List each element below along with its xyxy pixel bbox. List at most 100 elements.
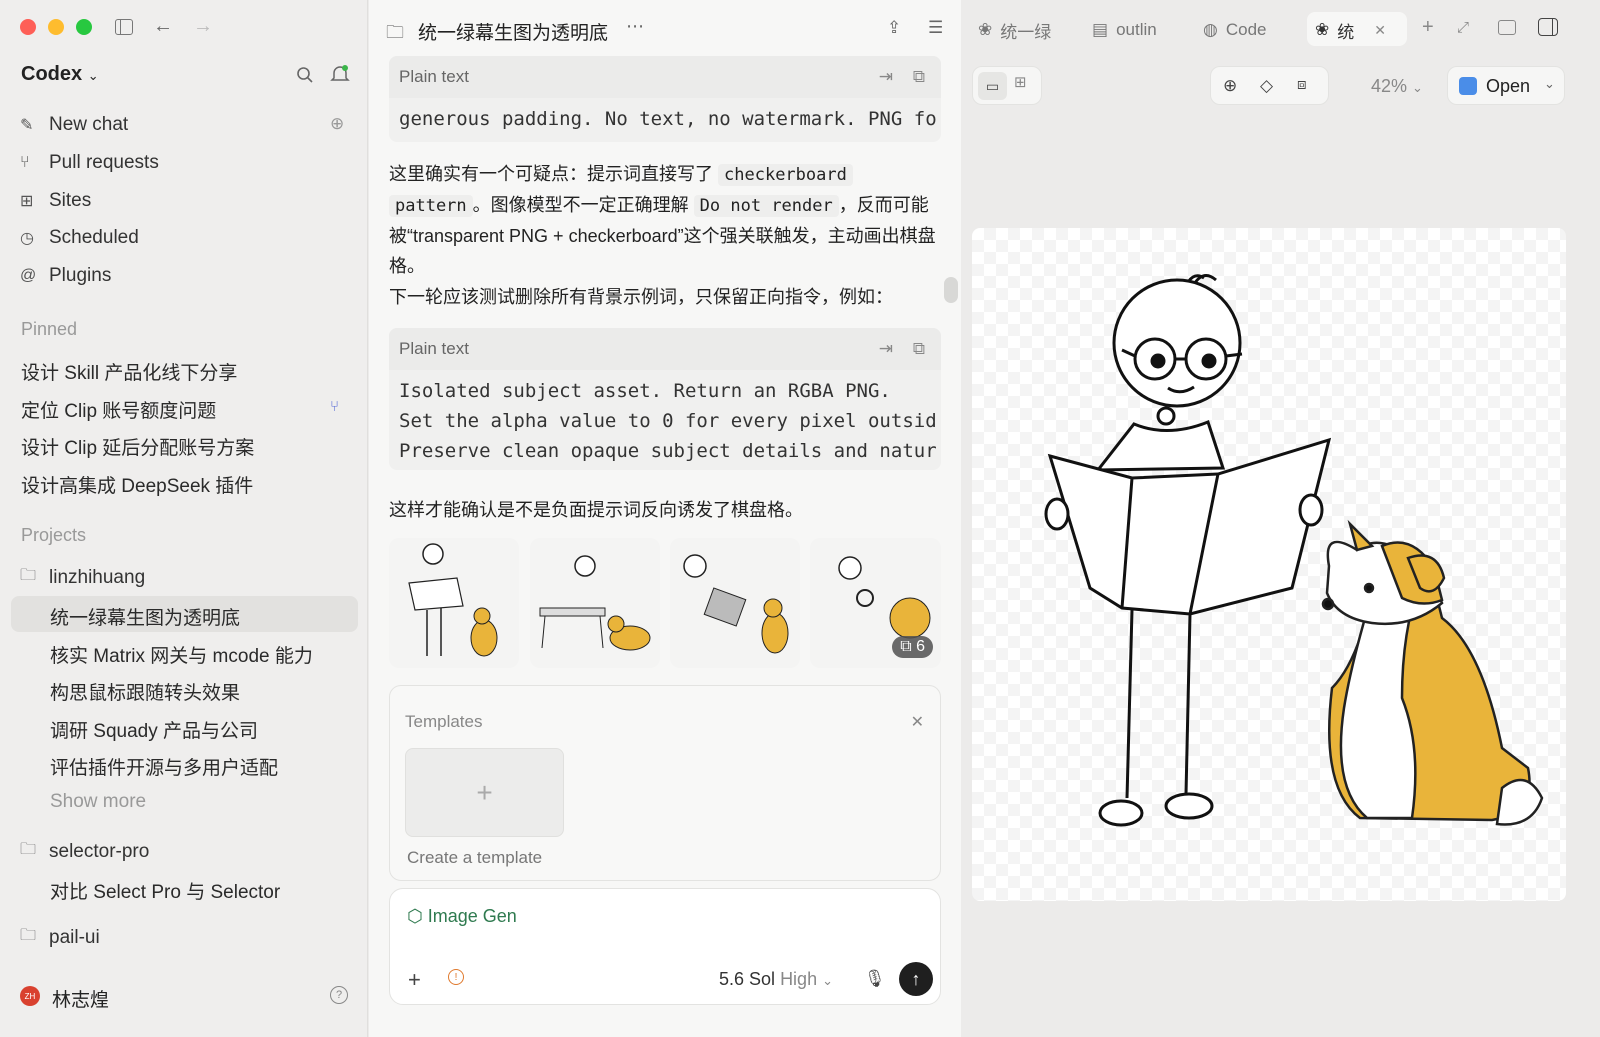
avatar[interactable]: ZH: [20, 986, 40, 1006]
thread-item-active[interactable]: 统一绿幕生图为透明底: [50, 603, 240, 630]
code-line: Preserve clean opaque subject details an…: [399, 440, 937, 462]
nav-plugins[interactable]: @ Plugins: [20, 261, 350, 291]
code-line: Isolated subject asset. Return an RGBA P…: [399, 380, 891, 402]
add-template-button[interactable]: +: [405, 748, 564, 837]
thread-item[interactable]: 对比 Select Pro 与 Selector: [50, 877, 280, 904]
thread-item[interactable]: 核实 Matrix 网关与 mcode 能力: [50, 641, 313, 668]
add-circle-icon[interactable]: ⊕: [330, 114, 344, 134]
panel-bottom-icon[interactable]: [1498, 20, 1516, 35]
close-tab-icon[interactable]: ✕: [1374, 22, 1386, 39]
stick-figure-with-dog-image: [1044, 274, 1544, 827]
nav-label: Sites: [49, 190, 92, 211]
panel-right-icon[interactable]: [1538, 18, 1558, 36]
generated-image-thumbnail[interactable]: [389, 538, 519, 668]
stick-figure-box-dog-image: [683, 554, 789, 654]
pinned-thread[interactable]: 定位 Clip 账号额度问题: [21, 396, 216, 423]
help-icon[interactable]: ?: [330, 986, 348, 1004]
image-tools: ⊕ ◇ ⧈: [1210, 66, 1329, 105]
project-linzhihuang[interactable]: 🗀 linzhihuang: [20, 564, 145, 591]
tab-label: 统: [1337, 22, 1355, 42]
eraser-icon[interactable]: ◇: [1260, 76, 1273, 96]
more-options-icon[interactable]: ⋯: [626, 16, 644, 37]
single-view-icon[interactable]: ▭: [978, 72, 1007, 100]
thread-item[interactable]: 构思鼠标跟随转头效果: [50, 678, 240, 705]
effort-level: High: [780, 969, 818, 989]
zoom-window-button[interactable]: [76, 19, 92, 35]
wrap-icon[interactable]: ⇥: [879, 67, 893, 87]
cube-icon: ⬡: [407, 906, 423, 926]
stick-figure-dog-image: [408, 543, 498, 657]
model-selector[interactable]: 5.6 Sol High ⌄: [719, 969, 833, 990]
show-more-link[interactable]: Show more: [50, 791, 146, 813]
copy-icon[interactable]: ⧉: [913, 339, 925, 359]
pinned-thread[interactable]: 设计 Skill 产品化线下分享: [21, 358, 237, 385]
app-name: Codex: [21, 63, 83, 85]
composer[interactable]: ⬡ Image Gen + ! 5.6 Sol High ⌄ 🎙 ↑: [389, 888, 941, 1005]
pinned-heading: Pinned: [21, 319, 78, 339]
add-circle-icon[interactable]: ⊕: [1223, 76, 1237, 96]
folder-icon: 🗀: [20, 927, 37, 944]
wrap-icon[interactable]: ⇥: [879, 339, 893, 359]
create-template-label[interactable]: Create a template: [407, 848, 542, 868]
chevron-down-icon: ⌄: [1544, 76, 1555, 91]
new-tab-plus-icon[interactable]: +: [1422, 16, 1434, 39]
minimize-window-button[interactable]: [48, 19, 64, 35]
nav-sites[interactable]: ⊞ Sites: [20, 186, 350, 216]
thread-item[interactable]: 调研 Squady 产品与公司: [50, 716, 258, 743]
user-name[interactable]: 林志煌: [52, 985, 109, 1012]
folder-icon: 🗀: [20, 567, 37, 584]
plugin-chip[interactable]: ⬡ Image Gen: [407, 906, 517, 927]
bell-icon[interactable]: [330, 64, 350, 84]
forward-arrow-icon[interactable]: →: [193, 15, 213, 38]
workspace-switcher[interactable]: Codex ⌄: [21, 63, 99, 86]
crop-icon[interactable]: ⧈: [1297, 76, 1307, 93]
stick-figure-desk-dog-image: [539, 555, 651, 651]
nav-new-chat[interactable]: ✎ New chat: [20, 110, 350, 140]
pinned-thread[interactable]: 设计 Clip 延后分配账号方案: [21, 433, 254, 460]
tab-image[interactable]: ❀ 统一绿: [978, 16, 1058, 44]
project-pail-ui[interactable]: 🗀 pail-ui: [20, 924, 100, 951]
expand-icon[interactable]: ⤢: [1457, 19, 1469, 36]
tab-code[interactable]: ◍ Code: [1203, 16, 1278, 44]
plus-icon: +: [476, 776, 493, 808]
nav-scheduled[interactable]: ◷ Scheduled: [20, 223, 350, 253]
sidebar-toggle-icon[interactable]: [115, 19, 133, 35]
image-canvas[interactable]: [972, 228, 1566, 901]
back-arrow-icon[interactable]: ←: [153, 15, 173, 38]
open-with-button[interactable]: Open ⌄: [1447, 66, 1565, 105]
close-icon[interactable]: ✕: [911, 712, 924, 732]
image-count-badge[interactable]: ⧉ 6: [892, 636, 933, 658]
attach-plus-icon[interactable]: +: [408, 967, 421, 993]
close-window-button[interactable]: [20, 19, 36, 35]
copy-icon[interactable]: ⧉: [913, 67, 925, 87]
project-name: selector-pro: [49, 840, 150, 862]
message-paragraph: 下一轮应该测试删除所有背景示例词，只保留正向指令，例如：: [389, 287, 893, 307]
grid-view-icon[interactable]: ⊞: [1014, 73, 1027, 91]
projects-heading: Projects: [21, 525, 87, 545]
generated-image-thumbnail[interactable]: [530, 538, 660, 668]
list-icon[interactable]: ☰: [928, 18, 943, 38]
nav-pull-requests[interactable]: ⑂ Pull requests: [20, 148, 350, 178]
zoom-control[interactable]: 42% ⌄: [1371, 76, 1423, 97]
thread-item[interactable]: 评估插件开源与多用户适配: [50, 753, 278, 780]
tab-image-active[interactable]: ❀ 统 ✕: [1315, 16, 1405, 44]
generated-image-thumbnail[interactable]: ⧉ 6: [810, 538, 941, 668]
scrollbar-thumb[interactable]: [944, 277, 958, 303]
search-icon[interactable]: [296, 66, 314, 84]
folder-icon: 🗀: [20, 841, 37, 858]
microphone-icon[interactable]: 🎙: [864, 969, 886, 989]
globe-icon: ◍: [1203, 20, 1218, 39]
nav-label: Plugins: [49, 265, 112, 286]
tab-outline[interactable]: ▤ outlin: [1092, 16, 1167, 44]
nav-label: Scheduled: [49, 227, 139, 248]
code-line: generous padding. No text, no watermark.…: [399, 108, 937, 130]
generated-image-thumbnail[interactable]: [670, 538, 800, 668]
document-icon: ▤: [1092, 20, 1109, 39]
share-icon[interactable]: ⇪: [887, 18, 901, 38]
tab-label: Code: [1225, 20, 1267, 39]
send-button[interactable]: ↑: [899, 962, 933, 996]
pinned-thread[interactable]: 设计高集成 DeepSeek 插件: [21, 471, 253, 498]
inline-code: pattern: [389, 195, 473, 217]
project-selector-pro[interactable]: 🗀 selector-pro: [20, 838, 149, 865]
shield-alert-icon[interactable]: !: [448, 969, 464, 985]
